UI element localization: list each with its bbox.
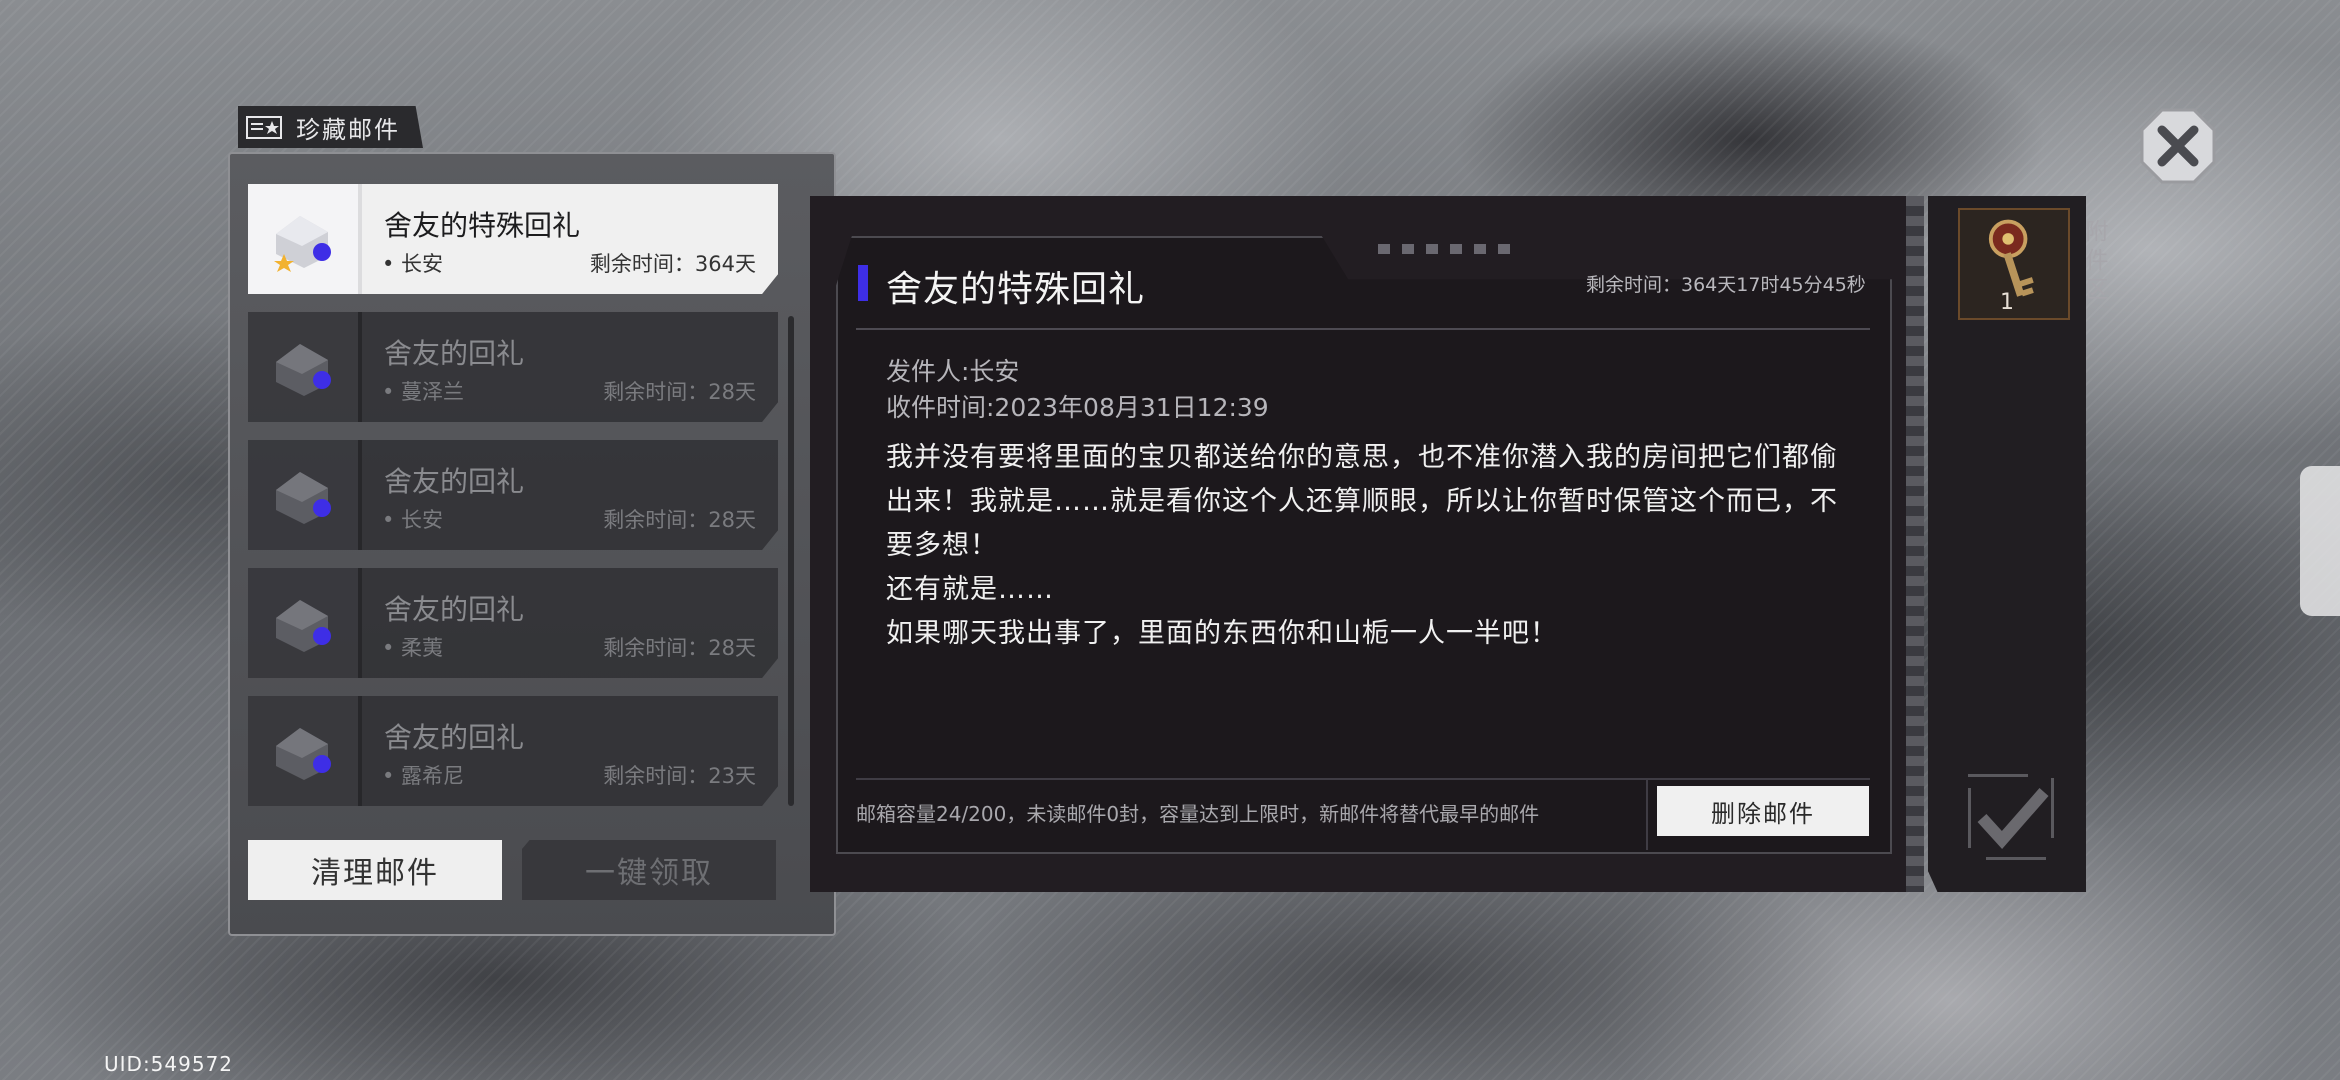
mailbox-capacity-text: 邮箱容量24/200，未读邮件0封，容量达到上限时，新邮件将替代最早的邮件: [856, 802, 1540, 826]
mail-item[interactable]: 舍友的回礼 • 蔓泽兰 剩余时间：28天: [248, 312, 778, 422]
mail-body: 我并没有要将里面的宝贝都送给你的意思，也不准你潜入我的房间把它们都偷 出来！我就…: [886, 436, 1866, 656]
mail-remaining-time: 剩余时间：364天: [589, 252, 756, 276]
mail-sender: • 长安: [382, 508, 444, 532]
mail-title: 舍友的回礼: [384, 465, 525, 498]
footer-separator: [1646, 780, 1648, 850]
mail-body-line: 如果哪天我出事了，里面的东西你和山栀一人一半吧！: [886, 618, 1558, 649]
mail-detail-title: 舍友的特殊回礼: [886, 269, 1146, 310]
mail-title: 舍友的回礼: [384, 593, 525, 626]
mail-body-line: 还有就是……: [886, 574, 1054, 605]
check-icon[interactable]: [1968, 774, 2054, 860]
mail-title: 舍友的特殊回礼: [384, 209, 581, 242]
mail-sender: • 露希尼: [382, 764, 465, 788]
detail-remaining-time: 剩余时间：364天17时45分45秒: [1586, 274, 1866, 296]
attachment-item[interactable]: [1958, 208, 2070, 320]
mail-thumbnail: [248, 312, 362, 422]
mail-received-time: 收件时间:2023年08月31日12:39: [886, 393, 1269, 422]
mail-list: 舍友的特殊回礼 • 长安 剩余时间：364天 舍友的回礼 • 蔓泽兰 剩余时间：…: [248, 184, 778, 824]
envelope-icon: [276, 344, 331, 396]
mail-item[interactable]: 舍友的回礼 • 柔荑 剩余时间：28天: [248, 568, 778, 678]
side-panel-handle[interactable]: [2300, 466, 2340, 616]
mail-sender: • 蔓泽兰: [382, 380, 465, 404]
mail-collection-icon: [246, 116, 282, 139]
mail-remaining-time: 剩余时间：23天: [603, 764, 756, 788]
mail-sender: • 长安: [382, 252, 444, 276]
mail-body-line: 我并没有要将里面的宝贝都送给你的意思，也不准你潜入我的房间把它们都偷: [886, 442, 1838, 473]
mail-thumbnail: [248, 440, 362, 550]
envelope-icon: [276, 728, 331, 780]
mail-body-line: 出来！我就是……就是看你这个人还算顺眼，所以让你暂时保管这个而已，不: [886, 486, 1838, 517]
claim-all-button[interactable]: 一键领取: [522, 840, 776, 900]
attachment-count: 1: [2000, 290, 2014, 315]
mail-item[interactable]: 舍友的回礼 • 露希尼 剩余时间：23天: [248, 696, 778, 806]
mail-title: 舍友的回礼: [384, 337, 525, 370]
mail-thumbnail: [248, 696, 362, 806]
footer-divider: [856, 778, 1870, 780]
mail-sender-line: 发件人:长安: [886, 357, 1020, 386]
mail-item[interactable]: 舍友的特殊回礼 • 长安 剩余时间：364天: [248, 184, 778, 294]
title-accent-bar: [858, 265, 868, 301]
mail-title: 舍友的回礼: [384, 721, 525, 754]
mail-remaining-time: 剩余时间：28天: [603, 636, 756, 660]
mail-thumbnail: [248, 568, 362, 678]
collection-mail-tab: 珍藏邮件: [238, 106, 423, 148]
close-icon[interactable]: [2140, 108, 2216, 184]
mail-sender: • 柔荑: [382, 636, 444, 660]
envelope-icon: [274, 216, 331, 272]
decorative-dots: [1378, 244, 1510, 254]
panel-edge-decoration: [1906, 196, 1924, 892]
delete-mail-button[interactable]: 删除邮件: [1657, 786, 1869, 836]
attachment-area-label: 附件区: [2085, 219, 2109, 303]
user-id: UID:549572: [104, 1052, 234, 1076]
divider: [856, 328, 1870, 330]
envelope-icon: [276, 600, 331, 652]
tab-label: 珍藏邮件: [296, 115, 400, 144]
mail-remaining-time: 剩余时间：28天: [603, 508, 756, 532]
mail-remaining-time: 剩余时间：28天: [603, 380, 756, 404]
envelope-icon: [276, 472, 331, 524]
mail-list-scrollbar[interactable]: [788, 316, 794, 806]
mail-item[interactable]: 舍友的回礼 • 长安 剩余时间：28天: [248, 440, 778, 550]
clear-mail-button[interactable]: 清理邮件: [248, 840, 502, 900]
mail-thumbnail: [248, 184, 362, 294]
mail-body-line: 要多想！: [886, 530, 998, 561]
